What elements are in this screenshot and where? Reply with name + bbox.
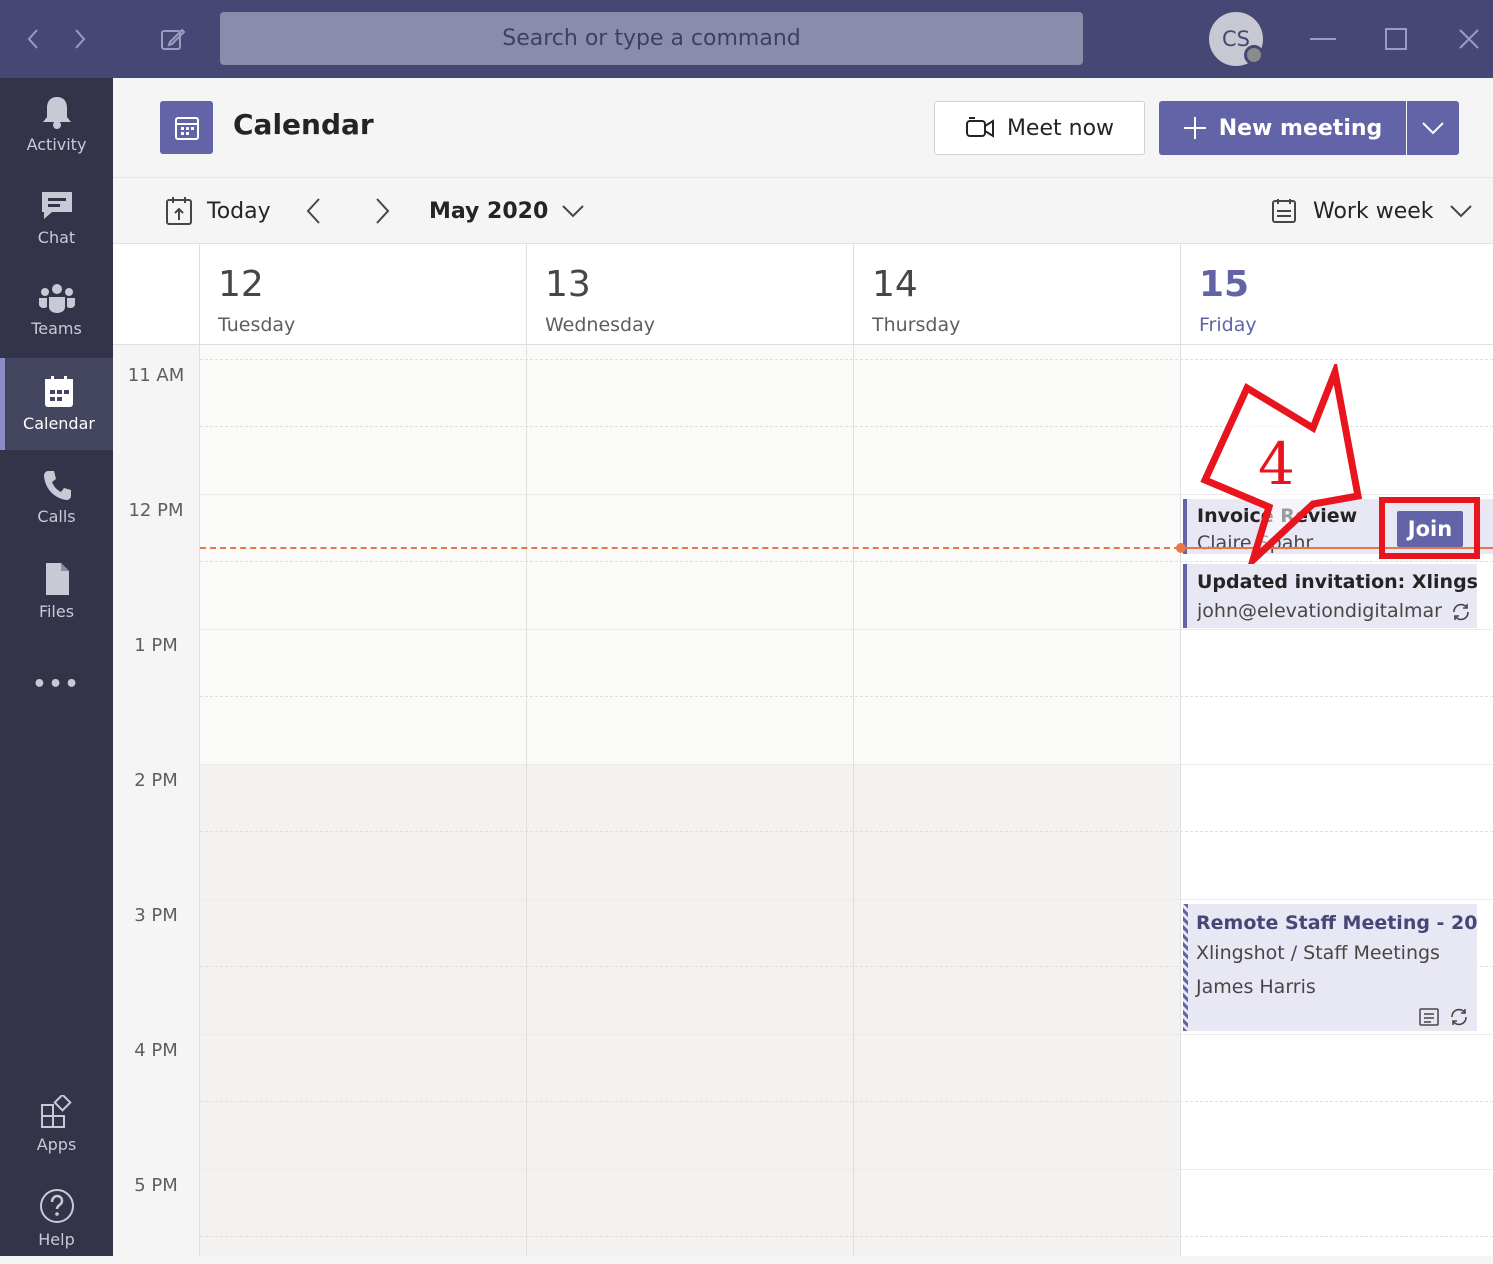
chevron-left-icon bbox=[306, 198, 320, 224]
event-updated-invitation[interactable]: Updated invitation: Xlingshot john@eleva… bbox=[1183, 564, 1477, 628]
next-week-button[interactable] bbox=[375, 178, 391, 244]
time-label: 4 PM bbox=[134, 1040, 178, 1061]
rail-item-calls[interactable]: Calls bbox=[0, 451, 113, 543]
column-divider bbox=[1180, 244, 1181, 1256]
day-header-13[interactable]: 13 Wednesday bbox=[527, 244, 854, 344]
rail-item-chat[interactable]: Chat bbox=[0, 171, 113, 263]
hour-line bbox=[200, 629, 1493, 630]
header-divider bbox=[113, 344, 1493, 345]
tentative-stripe bbox=[1183, 904, 1188, 1031]
time-label: 11 AM bbox=[127, 365, 185, 386]
annotation-highlight-box bbox=[1379, 497, 1480, 559]
half-hour-line bbox=[200, 831, 1493, 832]
time-label: 2 PM bbox=[134, 770, 178, 791]
calendar-today-icon bbox=[166, 197, 192, 225]
close-icon[interactable] bbox=[1452, 22, 1486, 56]
time-label: 5 PM bbox=[134, 1175, 178, 1196]
new-meeting-dropdown[interactable] bbox=[1407, 101, 1459, 155]
hour-line bbox=[200, 899, 1493, 900]
plus-icon bbox=[1183, 117, 1206, 139]
today-button[interactable]: Today bbox=[165, 178, 271, 244]
week-grid: 12 Tuesday 13 Wednesday 14 Thursday 15 F… bbox=[113, 244, 1493, 1256]
rail-item-calendar[interactable]: Calendar bbox=[0, 358, 113, 450]
calendar-toolbar: Today May 2020 Work week bbox=[113, 178, 1493, 244]
chevron-right-icon bbox=[376, 198, 390, 224]
previous-week-button[interactable] bbox=[305, 178, 321, 244]
title-bar: Search or type a command CS bbox=[0, 0, 1493, 78]
rail-item-teams[interactable]: Teams bbox=[0, 264, 113, 356]
search-input[interactable]: Search or type a command bbox=[220, 12, 1083, 65]
video-camera-icon bbox=[965, 117, 994, 138]
day-header-12[interactable]: 12 Tuesday bbox=[200, 244, 527, 344]
meet-now-button[interactable]: Meet now bbox=[934, 101, 1145, 155]
current-time-dot bbox=[1176, 543, 1186, 553]
hour-line bbox=[200, 1034, 1493, 1035]
rail-item-files[interactable]: Files bbox=[0, 545, 113, 637]
presence-status-icon bbox=[1244, 45, 1264, 65]
compose-icon[interactable] bbox=[156, 22, 190, 56]
day-header-14[interactable]: 14 Thursday bbox=[854, 244, 1181, 344]
hour-line bbox=[200, 1169, 1493, 1170]
forward-icon[interactable] bbox=[63, 22, 97, 56]
half-hour-line bbox=[200, 1101, 1493, 1102]
help-icon bbox=[39, 1188, 74, 1223]
day-header-15[interactable]: 15 Friday bbox=[1181, 244, 1493, 344]
time-label: 3 PM bbox=[134, 905, 178, 926]
teams-icon bbox=[38, 283, 75, 313]
recurring-icon bbox=[1451, 1008, 1467, 1026]
time-label: 1 PM bbox=[134, 635, 178, 656]
month-picker[interactable]: May 2020 bbox=[429, 178, 585, 244]
app-rail: Activity Chat Teams Calendar Calls Files… bbox=[0, 78, 113, 1256]
apps-icon bbox=[40, 1094, 72, 1128]
after-hours-band bbox=[200, 764, 1180, 1256]
half-hour-line bbox=[200, 1236, 1493, 1237]
back-icon[interactable] bbox=[16, 22, 50, 56]
time-gutter bbox=[113, 344, 199, 1256]
annotation-step-number: 4 bbox=[1258, 430, 1295, 498]
column-divider bbox=[199, 244, 200, 1256]
chevron-down-icon bbox=[1422, 122, 1444, 135]
more-apps-icon[interactable]: ••• bbox=[0, 638, 113, 730]
column-divider bbox=[853, 244, 854, 1256]
phone-icon bbox=[43, 470, 71, 500]
chevron-down-icon bbox=[1449, 205, 1472, 218]
rail-item-apps[interactable]: Apps bbox=[0, 1078, 113, 1170]
half-hour-line bbox=[200, 359, 1493, 360]
view-picker[interactable]: Work week bbox=[1271, 178, 1472, 244]
recurring-icon bbox=[1453, 603, 1469, 621]
bell-icon bbox=[42, 96, 71, 129]
rail-item-activity[interactable]: Activity bbox=[0, 78, 113, 170]
new-meeting-button[interactable]: New meeting bbox=[1159, 101, 1406, 155]
current-time-line-dashed bbox=[200, 547, 1180, 549]
calendar-header: Calendar Meet now New meeting bbox=[113, 78, 1493, 178]
column-divider bbox=[526, 244, 527, 1256]
file-icon bbox=[45, 562, 69, 595]
chevron-down-icon bbox=[562, 205, 585, 218]
calendar-view-icon bbox=[1272, 199, 1296, 223]
calendar-app-icon bbox=[160, 101, 213, 154]
half-hour-line bbox=[200, 696, 1493, 697]
minimize-icon[interactable] bbox=[1306, 22, 1340, 56]
working-hours-band bbox=[200, 344, 1180, 764]
calendar-icon bbox=[45, 375, 73, 407]
meeting-notes-icon bbox=[1419, 1008, 1439, 1026]
event-remote-staff-meeting[interactable]: Remote Staff Meeting - 2020 Xlingshot / … bbox=[1183, 904, 1477, 1031]
chat-icon bbox=[41, 191, 72, 219]
time-label: 12 PM bbox=[128, 500, 184, 521]
page-title: Calendar bbox=[233, 108, 374, 141]
hour-line bbox=[200, 764, 1493, 765]
maximize-icon[interactable] bbox=[1379, 22, 1413, 56]
rail-item-help[interactable]: Help bbox=[0, 1172, 113, 1264]
